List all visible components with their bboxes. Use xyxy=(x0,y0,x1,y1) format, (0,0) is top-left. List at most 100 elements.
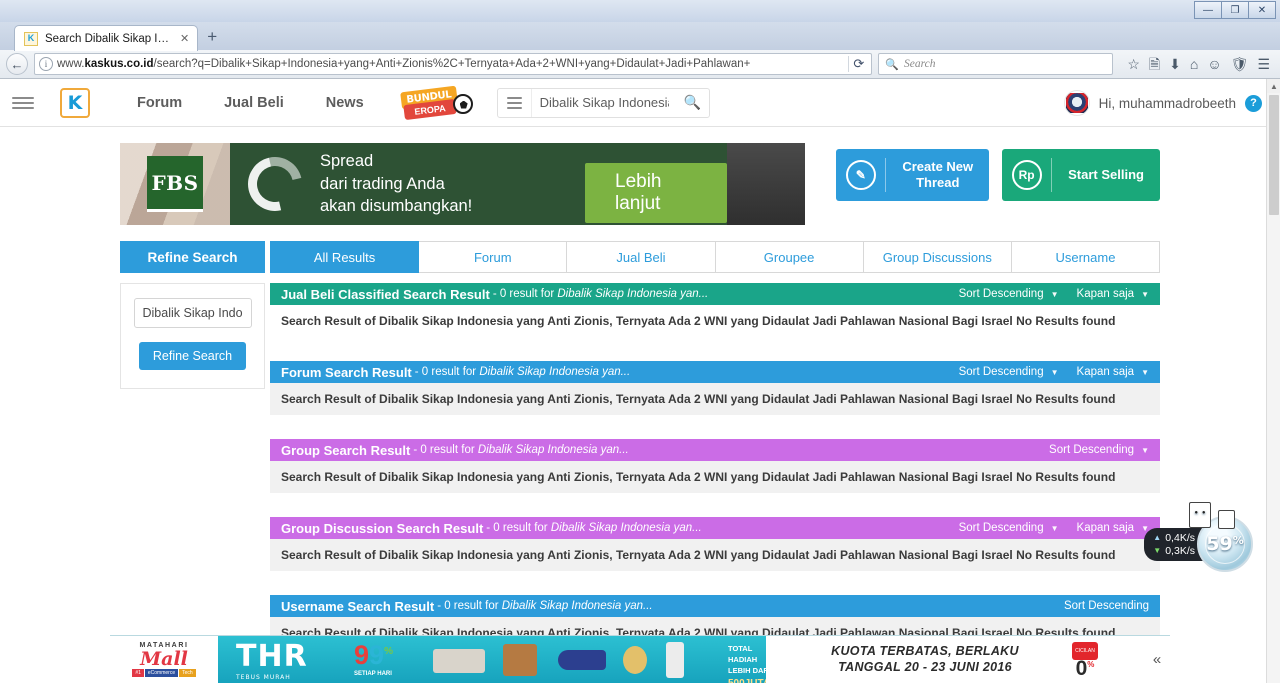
maximize-button[interactable]: ❐ xyxy=(1221,1,1249,19)
back-button[interactable]: ← xyxy=(6,53,28,75)
site-nav: Forum Jual Beli News xyxy=(116,95,385,111)
user-area: Hi, muhammadrobeeth ? xyxy=(1063,79,1262,127)
banner-collapse-button[interactable]: « xyxy=(1144,636,1170,683)
sort-descending-dropdown[interactable]: Sort Descending ▼ xyxy=(1049,444,1149,456)
tab-close-icon[interactable]: ✕ xyxy=(180,32,189,45)
mascot-icon xyxy=(1189,502,1211,528)
page-scrollbar[interactable]: ▲ xyxy=(1266,79,1280,683)
prize-line-1: TOTAL HADIAH xyxy=(728,644,758,664)
menu-icon[interactable]: ☰ xyxy=(1257,57,1270,71)
discount-digit-2: 9 xyxy=(369,640,385,670)
site-info-icon[interactable]: i xyxy=(39,57,53,71)
site-search-submit-icon[interactable]: 🔍 xyxy=(677,89,709,117)
refine-search-input[interactable] xyxy=(133,298,252,328)
browser-search-box[interactable]: 🔍 Search xyxy=(878,53,1114,75)
scroll-up-arrow[interactable]: ▲ xyxy=(1267,79,1280,93)
browser-window: — ❐ ✕ K Search Dibalik Sikap Indon... ✕ … xyxy=(0,0,1280,683)
badge-rank: #1 xyxy=(132,669,144,678)
tab-jual-beli[interactable]: Jual Beli xyxy=(567,241,716,273)
tab-group-discussions[interactable]: Group Discussions xyxy=(863,241,1012,273)
tab-username[interactable]: Username xyxy=(1011,241,1161,273)
reload-icon[interactable]: ⟳ xyxy=(848,56,868,72)
sort-descending-dropdown[interactable]: Sort Descending ▼ xyxy=(959,522,1059,534)
result-title: Forum Search Result xyxy=(281,364,412,380)
nav-item-forum[interactable]: Forum xyxy=(116,95,203,111)
refine-search-button[interactable]: Refine Search xyxy=(138,342,247,370)
result-count: - 0 result for Dibalik Sikap Indonesia y… xyxy=(437,600,653,612)
refine-search-tab[interactable]: Refine Search xyxy=(120,241,265,273)
nav-item-news[interactable]: News xyxy=(305,95,385,111)
sort-descending-dropdown[interactable]: Sort Descending ▼ xyxy=(959,366,1059,378)
downloads-icon[interactable]: ⬇ xyxy=(1169,57,1181,71)
tab-forum[interactable]: Forum xyxy=(419,241,568,273)
address-bar[interactable]: i www.kaskus.co.id/search?q=Dibalik+Sika… xyxy=(34,53,873,75)
upload-speed: 0,4K/s xyxy=(1165,531,1195,544)
download-speed-widget[interactable]: ▲ 0,4K/s ▼ 0,3K/s 59% xyxy=(1136,502,1253,572)
start-selling-button[interactable]: Rp Start Selling xyxy=(1002,149,1160,201)
thr-headline: THR TEBUS MURAH xyxy=(236,639,308,681)
tab-groupee[interactable]: Groupee xyxy=(715,241,864,273)
time-filter-dropdown[interactable]: Kapan saja ▼ xyxy=(1077,366,1149,378)
search-results: Jual Beli Classified Search Result - 0 r… xyxy=(270,283,1160,673)
kuota-line-1: KUOTA TERBATAS, BERLAKU xyxy=(831,643,1019,658)
smiley-icon[interactable]: ☺ xyxy=(1207,57,1221,71)
result-count: - 0 result for Dibalik Sikap Indonesia y… xyxy=(492,288,709,300)
kuota-line-2: TANGGAL 20 - 23 JUNI 2016 xyxy=(838,659,1012,674)
crescent-moon-icon xyxy=(237,146,313,222)
fbs-ad-cta-button[interactable]: Lebih lanjut xyxy=(585,163,727,223)
result-count: - 0 result for Dibalik Sikap Indonesia y… xyxy=(414,366,631,378)
search-icon: 🔍 xyxy=(885,58,900,71)
fbs-ad-line1: Spread xyxy=(320,151,374,170)
new-tab-button[interactable]: + xyxy=(207,27,217,47)
user-greeting[interactable]: Hi, muhammadrobeeth xyxy=(1099,96,1236,111)
home-icon[interactable]: ⌂ xyxy=(1190,57,1198,71)
time-filter-dropdown[interactable]: Kapan saja ▼ xyxy=(1077,288,1149,300)
zero-percent-badge: CICILAN 0% xyxy=(1072,642,1098,679)
sort-descending-dropdown[interactable]: Sort Descending ▼ xyxy=(959,288,1059,300)
result-block-forum: Forum Search Result - 0 result for Dibal… xyxy=(270,361,1160,415)
progress-globe-icon[interactable]: 59% xyxy=(1189,502,1253,572)
tab-all-results[interactable]: All Results xyxy=(270,241,420,273)
result-message: Search Result of Dibalik Sikap Indonesia… xyxy=(270,461,1160,493)
shoe-product-image xyxy=(558,650,606,670)
close-button[interactable]: ✕ xyxy=(1248,1,1276,19)
reading-list-icon[interactable]: 🗎 xyxy=(1149,57,1160,71)
result-title: Group Discussion Search Result xyxy=(281,520,484,536)
download-speed-row: ▼ 0,3K/s xyxy=(1153,545,1195,557)
window-controls: — ❐ ✕ xyxy=(1194,1,1276,19)
create-new-thread-button[interactable]: ✎ Create New Thread xyxy=(836,149,990,201)
bookmark-star-icon[interactable]: ☆ xyxy=(1127,57,1140,71)
help-icon[interactable]: ? xyxy=(1245,94,1262,112)
prize-line-3: 500JUTA! xyxy=(728,677,766,683)
rupiah-icon: Rp xyxy=(1002,158,1053,192)
badge-tech: Tech xyxy=(179,669,196,678)
banner-content: THR TEBUS MURAH 99% SETIAP HARI TOTAL HADI… xyxy=(218,636,766,683)
window-titlebar: — ❐ ✕ xyxy=(0,0,1280,22)
discount-note: SETIAP HARI xyxy=(354,671,392,677)
result-block-group: Group Search Result - 0 result for Dibal… xyxy=(270,439,1160,493)
result-sort-controls: Sort Descending ▼ xyxy=(1049,444,1149,456)
site-search-input[interactable] xyxy=(531,95,677,110)
browser-tab[interactable]: K Search Dibalik Sikap Indon... ✕ xyxy=(14,25,199,51)
result-count: - 0 result for Dibalik Sikap Indonesia y… xyxy=(486,522,702,534)
avatar-crest-icon xyxy=(1065,93,1088,113)
fbs-ad-left: FBS xyxy=(120,143,230,225)
avatar[interactable] xyxy=(1063,90,1090,116)
fbs-ad-line2: dari trading Anda xyxy=(320,174,445,193)
fbs-ad-text: Spread dari trading Anda akan disumbangk… xyxy=(320,150,472,218)
fbs-ad-right xyxy=(727,143,805,225)
shield-icon[interactable]: 🛡 xyxy=(1231,57,1249,71)
minimize-button[interactable]: — xyxy=(1194,1,1222,19)
chevron-down-icon: ▼ xyxy=(1141,289,1149,299)
sort-descending-dropdown[interactable]: Sort Descending xyxy=(1064,600,1149,612)
bundul-eropa-promo-logo[interactable]: BUNDUL EROPA xyxy=(399,85,473,120)
site-menu-icon[interactable] xyxy=(12,93,34,113)
nav-item-jual-beli[interactable]: Jual Beli xyxy=(203,95,305,111)
kaskus-logo[interactable]: K xyxy=(60,87,90,118)
search-category-icon[interactable] xyxy=(498,88,532,117)
fbs-advertisement[interactable]: FBS Spread dari trading Anda akan disumb… xyxy=(120,143,805,225)
browser-search-placeholder: Search xyxy=(904,58,936,70)
result-sort-controls: Sort Descending xyxy=(1064,600,1149,612)
scrollbar-thumb[interactable] xyxy=(1269,95,1279,215)
matahari-mall-banner[interactable]: MATAHARI Mall #1 eCommerce Tech THR TEBUS… xyxy=(110,635,1170,683)
